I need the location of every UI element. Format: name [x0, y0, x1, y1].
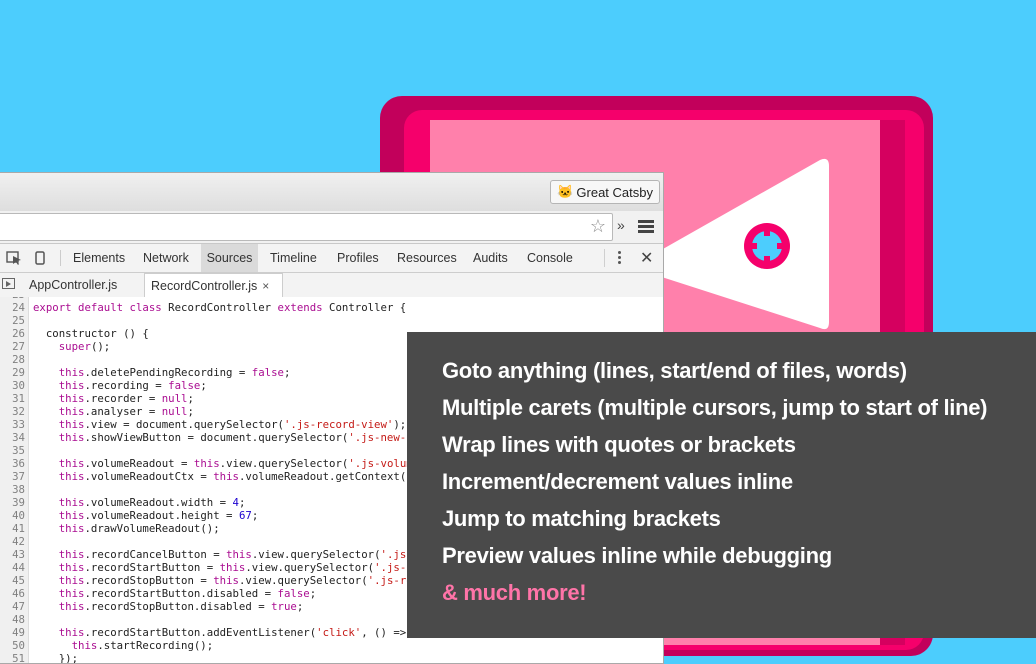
line-source: this.startRecording(); — [71, 639, 214, 652]
file-tab-bar: AppController.js RecordController.js × — [0, 273, 663, 298]
line-number[interactable]: 44 — [0, 561, 25, 574]
tab-audits[interactable]: Audits — [468, 244, 513, 272]
line-number[interactable]: 42 — [0, 535, 25, 548]
line-source: this.recordStopButton.disabled = true; — [58, 600, 304, 613]
tab-network[interactable]: Network — [138, 244, 194, 272]
line-source: this.recordStartButton.addEventListener(… — [58, 626, 420, 639]
tab-resources[interactable]: Resources — [392, 244, 462, 272]
inspect-element-icon[interactable] — [6, 251, 22, 265]
tab-console[interactable]: Console — [522, 244, 578, 272]
devtools-tab-bar: Elements Network Sources Timeline Profil… — [0, 244, 663, 273]
profile-name: Great Catsby — [576, 184, 653, 200]
close-tab-icon[interactable]: × — [262, 279, 269, 293]
line-number[interactable]: 37 — [0, 470, 25, 483]
line-source: super(); — [58, 340, 111, 353]
line-number[interactable]: 39 — [0, 496, 25, 509]
cat-icon: 🐱 — [557, 184, 574, 199]
line-number[interactable]: 41 — [0, 522, 25, 535]
line-number[interactable]: 43 — [0, 548, 25, 561]
line-number[interactable]: 28 — [0, 353, 25, 366]
line-number[interactable]: 36 — [0, 457, 25, 470]
line-source: this.deletePendingRecording = false; — [58, 366, 291, 379]
line-number[interactable]: 50 — [0, 639, 25, 652]
features-panel: Goto anything (lines, start/end of files… — [407, 332, 1036, 638]
line-source: this.view = document.querySelector('.js-… — [58, 418, 407, 431]
devtools-more-icon[interactable] — [618, 251, 621, 266]
devtools-close-icon[interactable]: ✕ — [640, 248, 653, 268]
line-number[interactable]: 49 — [0, 626, 25, 639]
line-source: this.recorder = null; — [58, 392, 194, 405]
feature-jump-brackets: Jump to matching brackets — [442, 506, 721, 531]
line-number[interactable]: 33 — [0, 418, 25, 431]
line-number[interactable]: 34 — [0, 431, 25, 444]
line-number[interactable]: 48 — [0, 613, 25, 626]
feature-multiple-carets: Multiple carets (multiple cursors, jump … — [442, 395, 988, 420]
line-source: }); — [33, 652, 79, 664]
extensions-chevron-icon[interactable]: » — [617, 217, 625, 233]
feature-wrap-lines: Wrap lines with quotes or brackets — [442, 432, 796, 457]
profile-button[interactable]: 🐱 Great Catsby — [550, 180, 660, 204]
line-number[interactable]: 51 — [0, 652, 25, 663]
address-bar[interactable]: ☆ — [0, 213, 613, 241]
line-number[interactable]: 38 — [0, 483, 25, 496]
feature-preview-values: Preview values inline while debugging — [442, 543, 832, 568]
line-number[interactable]: 47 — [0, 600, 25, 613]
line-number[interactable]: 45 — [0, 574, 25, 587]
line-number[interactable]: 29 — [0, 366, 25, 379]
line-source: this.volumeReadoutCtx = this.volumeReado… — [58, 470, 445, 483]
title-bar: 🐱 Great Catsby — [0, 173, 663, 211]
line-source: this.analyser = null; — [58, 405, 194, 418]
file-tab-label: RecordController.js — [151, 279, 258, 293]
bookmark-star-icon[interactable]: ☆ — [590, 216, 606, 236]
line-source: constructor () { — [33, 327, 149, 340]
line-source: this.volumeReadout.height = 67; — [58, 509, 259, 522]
line-number[interactable]: 30 — [0, 379, 25, 392]
line-number[interactable]: 26 — [0, 327, 25, 340]
line-source: this.recordStartButton.disabled = false; — [58, 587, 317, 600]
line-source: export default class RecordController ex… — [33, 301, 407, 314]
line-number[interactable]: 25 — [0, 314, 25, 327]
navigator-toggle-icon[interactable] — [2, 278, 15, 289]
hamburger-menu-icon[interactable] — [638, 220, 654, 234]
line-number[interactable]: 31 — [0, 392, 25, 405]
feature-much-more: & much more! — [442, 580, 587, 605]
tab-timeline[interactable]: Timeline — [265, 244, 322, 272]
tab-sources[interactable]: Sources — [201, 244, 258, 272]
line-number[interactable]: 46 — [0, 587, 25, 600]
line-source: this.recording = false; — [58, 379, 207, 392]
file-tab-appcontroller[interactable]: AppController.js — [29, 273, 117, 297]
browser-toolbar: ☆ » — [0, 211, 663, 244]
device-mode-icon[interactable] — [35, 251, 45, 265]
line-number[interactable]: 27 — [0, 340, 25, 353]
line-source: this.drawVolumeReadout(); — [58, 522, 220, 535]
line-number[interactable]: 35 — [0, 444, 25, 457]
line-number[interactable]: 32 — [0, 405, 25, 418]
line-number[interactable]: 24 — [0, 301, 25, 314]
feature-goto-anything: Goto anything (lines, start/end of files… — [442, 358, 907, 383]
tab-elements[interactable]: Elements — [68, 244, 130, 272]
feature-increment-values: Increment/decrement values inline — [442, 469, 793, 494]
tab-profiles[interactable]: Profiles — [332, 244, 384, 272]
line-number[interactable]: 40 — [0, 509, 25, 522]
file-tab-recordcontroller[interactable]: RecordController.js × — [144, 273, 283, 297]
line-source: this.volumeReadout.width = 4; — [58, 496, 246, 509]
